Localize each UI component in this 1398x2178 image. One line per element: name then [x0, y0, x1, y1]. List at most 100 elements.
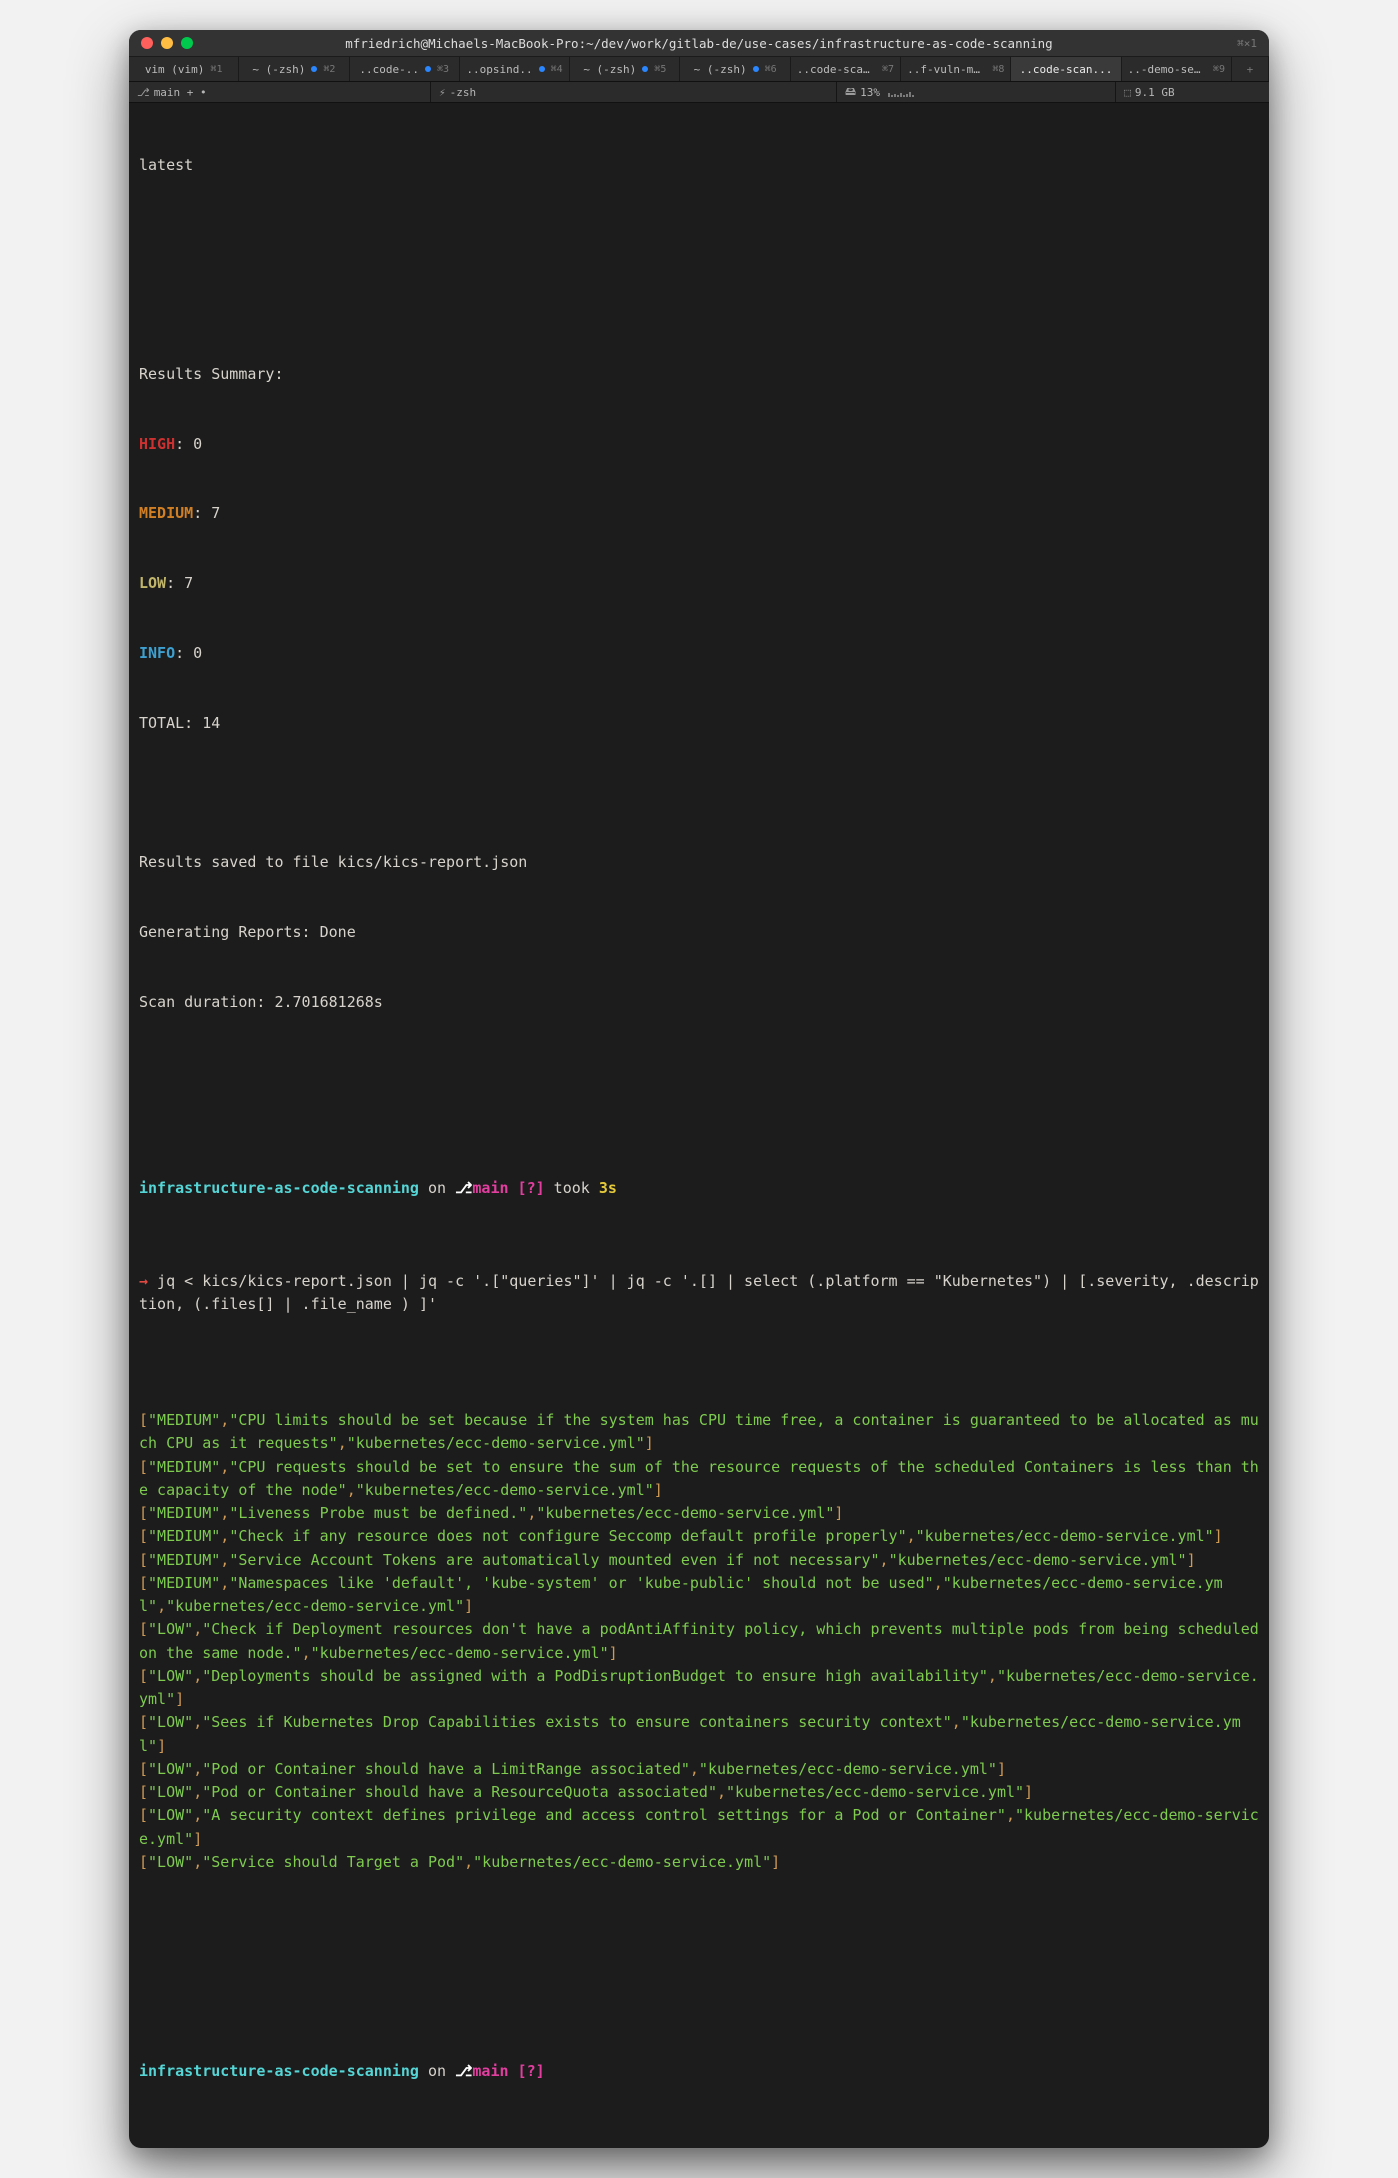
close-icon[interactable] — [141, 37, 153, 49]
status-git: ⎇ main + • — [129, 82, 431, 102]
tab-shortcut: ⌘6 — [765, 64, 777, 75]
tab-shortcut: ⌘9 — [1213, 64, 1225, 75]
branch-icon: ⎇ — [137, 86, 150, 99]
output-line: INFO: 0 — [139, 642, 1259, 665]
output-line: TOTAL: 14 — [139, 712, 1259, 735]
status-shell-text: -zsh — [450, 86, 477, 99]
tab-shortcut: ⌘2 — [323, 64, 335, 75]
tab-shortcut: ⌘1 — [210, 64, 222, 75]
status-bar: ⎇ main + • ⚡ -zsh 🖴 13% ⬚ 9.1 GB — [129, 82, 1269, 103]
traffic-lights — [141, 37, 193, 49]
json-result-line: ["LOW","Pod or Container should have a R… — [139, 1781, 1259, 1804]
output-line: HIGH: 0 — [139, 433, 1259, 456]
tab-shortcut: ⌘7 — [882, 64, 894, 75]
json-result-line: ["MEDIUM","CPU limits should be set beca… — [139, 1409, 1259, 1456]
shell-prompt: infrastructure-as-code-scanning on ⎇main… — [139, 1177, 1259, 1200]
tab-label: ..code-scan... — [1020, 63, 1113, 76]
tab-shortcut: ⌘8 — [992, 64, 1004, 75]
prompt-dir: infrastructure-as-code-scanning — [139, 2062, 419, 2080]
json-result-line: ["LOW","A security context defines privi… — [139, 1804, 1259, 1851]
prompt-flags: [?] — [518, 1179, 545, 1197]
output-line — [139, 1944, 1259, 1967]
terminal-tab[interactable]: ..-demo-se.. ⌘9 — [1122, 57, 1232, 81]
status-git-text: main + • — [154, 86, 207, 99]
disk-icon: 🖴 — [845, 83, 856, 102]
terminal-tab[interactable]: ..f-vuln-mo.. ⌘8 — [901, 57, 1011, 81]
prompt-arrow-icon: → — [139, 1272, 148, 1290]
status-disk: 🖴 13% — [837, 82, 1116, 102]
json-result-line: ["LOW","Check if Deployment resources do… — [139, 1618, 1259, 1665]
prompt-flags: [?] — [518, 2062, 545, 2080]
prompt-branch: main — [472, 2062, 508, 2080]
tab-label: ~ (-zsh) — [252, 63, 305, 76]
terminal-tab[interactable]: ~ (-zsh) ⌘6 — [680, 57, 790, 81]
json-result-line: ["MEDIUM","Namespaces like 'default', 'k… — [139, 1572, 1259, 1619]
tab-label: ..code-.. — [359, 63, 419, 76]
new-tab-button[interactable]: + — [1232, 57, 1269, 81]
branch-icon: ⎇ — [455, 2063, 472, 2080]
activity-dot-icon — [753, 66, 759, 72]
terminal-tab[interactable]: ..code-sca.. ⌘7 — [791, 57, 901, 81]
command-text: jq < kics/kics-report.json | jq -c '.["q… — [139, 1272, 1259, 1313]
minimize-icon[interactable] — [161, 37, 173, 49]
output-line: latest — [139, 154, 1259, 177]
tab-label: ..-demo-se.. — [1128, 63, 1207, 76]
window-shortcut-indicator: ⌘×1 — [1237, 37, 1257, 50]
output-line: Generating Reports: Done — [139, 921, 1259, 944]
json-result-line: ["MEDIUM","CPU requests should be set to… — [139, 1456, 1259, 1503]
json-result-line: ["LOW","Pod or Container should have a L… — [139, 1758, 1259, 1781]
json-result-line: ["MEDIUM","Service Account Tokens are au… — [139, 1549, 1259, 1572]
terminal-tab[interactable]: ..opsind.. ⌘4 — [460, 57, 570, 81]
tab-shortcut: ⌘5 — [654, 64, 666, 75]
prompt-took: 3s — [599, 1179, 617, 1197]
output-line: MEDIUM: 7 — [139, 502, 1259, 525]
tab-label: ~ (-zsh) — [694, 63, 747, 76]
output-line: Scan duration: 2.701681268s — [139, 991, 1259, 1014]
json-result-line: ["LOW","Sees if Kubernetes Drop Capabili… — [139, 1711, 1259, 1758]
terminal-output[interactable]: latest Results Summary: HIGH: 0 MEDIUM: … — [129, 103, 1269, 2148]
terminal-tab[interactable]: ~ (-zsh)⌘5 — [570, 57, 680, 81]
prompt-branch: main — [472, 1179, 508, 1197]
shell-prompt: infrastructure-as-code-scanning on ⎇main… — [139, 2060, 1259, 2083]
output-line — [139, 293, 1259, 316]
output-line — [139, 1060, 1259, 1083]
zoom-icon[interactable] — [181, 37, 193, 49]
prompt-dir: infrastructure-as-code-scanning — [139, 1179, 419, 1197]
severity-info-label: INFO — [139, 644, 175, 662]
output-line: Results Summary: — [139, 363, 1259, 386]
status-shell: ⚡ -zsh — [431, 82, 837, 102]
output-line: Results saved to file kics/kics-report.j… — [139, 851, 1259, 874]
tab-label: ..f-vuln-mo.. — [907, 63, 986, 76]
output-line: LOW: 7 — [139, 572, 1259, 595]
activity-dot-icon — [642, 66, 648, 72]
json-result-line: ["MEDIUM","Check if any resource does no… — [139, 1525, 1259, 1548]
tab-shortcut: ⌘4 — [551, 64, 563, 75]
activity-dot-icon — [311, 66, 317, 72]
severity-high-label: HIGH — [139, 435, 175, 453]
tab-shortcut: ⌘3 — [437, 64, 449, 75]
status-memory: ⬚ 9.1 GB — [1116, 82, 1269, 102]
bolt-icon: ⚡ — [439, 86, 446, 99]
json-output: ["MEDIUM","CPU limits should be set beca… — [139, 1409, 1259, 1874]
memory-icon: ⬚ — [1124, 86, 1131, 99]
json-result-line: ["LOW","Service should Target a Pod","ku… — [139, 1851, 1259, 1874]
terminal-window: mfriedrich@Michaels-MacBook-Pro:~/dev/wo… — [129, 30, 1269, 2148]
json-result-line: ["MEDIUM","Liveness Probe must be define… — [139, 1502, 1259, 1525]
tab-bar: vim (vim) ⌘1 ~ (-zsh) ⌘2 ..code-.. ⌘3 ..opsind… — [129, 56, 1269, 82]
status-memory-text: 9.1 GB — [1135, 86, 1175, 99]
tab-label: ..opsind.. — [466, 63, 532, 76]
terminal-tab[interactable]: vim (vim) ⌘1 — [129, 57, 239, 81]
tab-label: vim (vim) — [145, 63, 205, 76]
output-line — [139, 781, 1259, 804]
terminal-tab[interactable]: ..code-.. ⌘3 — [350, 57, 460, 81]
severity-medium-label: MEDIUM — [139, 504, 193, 522]
disk-sparkline-icon — [888, 87, 914, 97]
tab-label: ..code-sca.. — [797, 63, 876, 76]
terminal-tab[interactable]: ~ (-zsh) ⌘2 — [239, 57, 349, 81]
output-line — [139, 223, 1259, 246]
shell-command: → jq < kics/kics-report.json | jq -c '.[… — [139, 1270, 1259, 1317]
activity-dot-icon — [425, 66, 431, 72]
json-result-line: ["LOW","Deployments should be assigned w… — [139, 1665, 1259, 1712]
window-title: mfriedrich@Michaels-MacBook-Pro:~/dev/wo… — [129, 36, 1269, 51]
terminal-tab[interactable]: ..code-scan... — [1011, 57, 1121, 81]
